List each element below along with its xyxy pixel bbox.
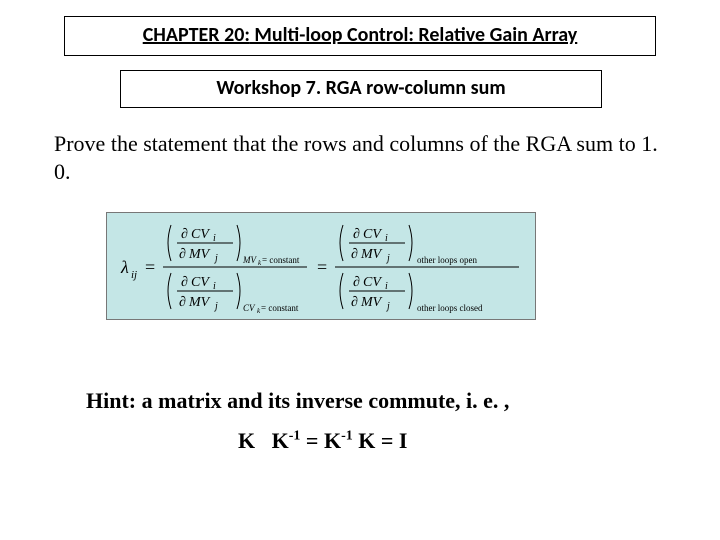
cv4a: CV — [363, 275, 382, 290]
f-eq2: = I — [381, 428, 408, 453]
d1b: ∂ — [179, 247, 186, 262]
eqn-ij: ij — [131, 269, 137, 281]
rparen-bot-left — [237, 273, 240, 309]
f-k2: K — [272, 428, 289, 453]
rparen-top-right — [409, 225, 412, 261]
equation-svg: λ ij = ∂ CV i ∂ MV j MV k = constant ∂ C… — [107, 213, 537, 321]
i1a: i — [213, 233, 216, 244]
j1b: j — [213, 253, 218, 264]
d3a: ∂ — [353, 227, 360, 242]
hint-formula: K K-1 = K-1 K = I — [238, 428, 408, 454]
d4b: ∂ — [351, 295, 358, 310]
d2a: ∂ — [181, 275, 188, 290]
lparen-bot-left — [168, 273, 171, 309]
sub-open: other loops open — [417, 255, 477, 265]
workshop-title-box: Workshop 7. RGA row-column sum — [120, 70, 602, 108]
mv4b: MV — [360, 295, 383, 310]
i2a: i — [213, 281, 216, 292]
equation-box: λ ij = ∂ CV i ∂ MV j MV k = constant ∂ C… — [106, 212, 536, 320]
eqn-eq1: = — [145, 257, 155, 277]
hint-text: Hint: a matrix and its inverse commute, … — [86, 388, 509, 414]
sub-cv2a: CV — [243, 303, 256, 313]
j3b: j — [385, 253, 390, 264]
chapter-name: Multi-loop Control: Relative Gain Array — [250, 23, 577, 47]
d4a: ∂ — [353, 275, 360, 290]
chapter-number: CHAPTER 20: — [143, 23, 250, 47]
f-eq1: = — [306, 428, 324, 453]
j4b: j — [385, 301, 390, 312]
sub-mveq1a: = constant — [262, 255, 300, 265]
mv1b: MV — [188, 247, 211, 262]
f-exp1: -1 — [289, 429, 301, 444]
f-k3: K — [324, 428, 341, 453]
i3a: i — [385, 233, 388, 244]
j2b: j — [213, 301, 218, 312]
lparen-top-right — [340, 225, 343, 261]
eqn-lambda: λ — [120, 257, 129, 277]
mv2b: MV — [188, 295, 211, 310]
eqn-eq2: = — [317, 257, 327, 277]
rparen-top-left — [237, 225, 240, 261]
cv3a: CV — [363, 227, 382, 242]
workshop-title: Workshop 7. RGA row-column sum — [216, 76, 505, 100]
d1a: ∂ — [181, 227, 188, 242]
f-k4: K — [358, 428, 375, 453]
i4a: i — [385, 281, 388, 292]
f-k1: K — [238, 428, 255, 453]
rparen-bot-right — [409, 273, 412, 309]
chapter-title-box: CHAPTER 20: Multi-loop Control: Relative… — [64, 16, 656, 56]
d2b: ∂ — [179, 295, 186, 310]
cv2a: CV — [191, 275, 210, 290]
cv1a: CV — [191, 227, 210, 242]
lparen-top-left — [168, 225, 171, 261]
lparen-bot-right — [340, 273, 343, 309]
sub-closed: other loops closed — [417, 303, 483, 313]
f-exp2: -1 — [341, 429, 353, 444]
d3b: ∂ — [351, 247, 358, 262]
problem-statement: Prove the statement that the rows and co… — [54, 130, 666, 185]
sub-mv1a: MV — [242, 255, 257, 265]
sub-cveq2a: = constant — [261, 303, 299, 313]
mv3b: MV — [360, 247, 383, 262]
